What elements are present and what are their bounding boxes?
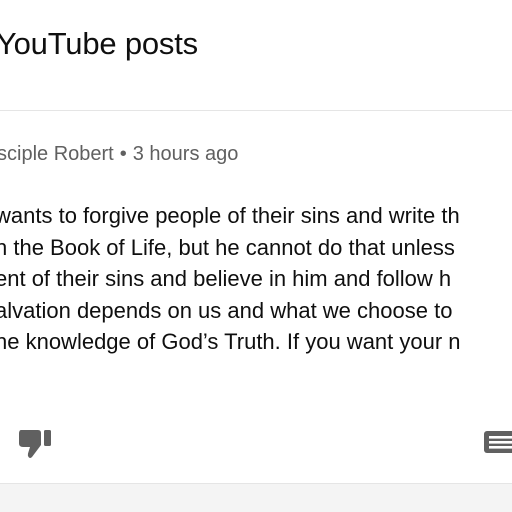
post-body: wants to forgive people of their sins an…: [0, 200, 512, 358]
post-body-line: alvation depends on us and what we choos…: [0, 297, 453, 323]
post-body-line: wants to forgive people of their sins an…: [0, 203, 460, 228]
page-header: YouTube posts: [0, 0, 512, 111]
post-author[interactable]: sciple Robert: [0, 143, 114, 165]
page-title: YouTube posts: [0, 26, 198, 61]
post-timestamp[interactable]: 3 hours ago: [133, 143, 239, 165]
comment-button[interactable]: [478, 422, 512, 462]
post-meta: sciple Robert • 3 hours ago: [0, 143, 238, 166]
post-body-line: n the Book of Life, but he cannot do tha…: [0, 234, 455, 260]
page: YouTube posts sciple Robert • 3 hours ago …: [0, 0, 512, 512]
comment-icon: [484, 431, 512, 453]
community-post: sciple Robert • 3 hours ago wants to forgi…: [0, 111, 512, 484]
feed-gap: [0, 484, 512, 512]
thumb-down-icon: [19, 430, 51, 458]
meta-separator: •: [119, 143, 127, 165]
dislike-button[interactable]: [14, 424, 56, 462]
post-body-line: he knowledge of God’s Truth. If you want…: [0, 329, 461, 354]
post-body-line: ent of their sins and believe in him and…: [0, 266, 452, 291]
